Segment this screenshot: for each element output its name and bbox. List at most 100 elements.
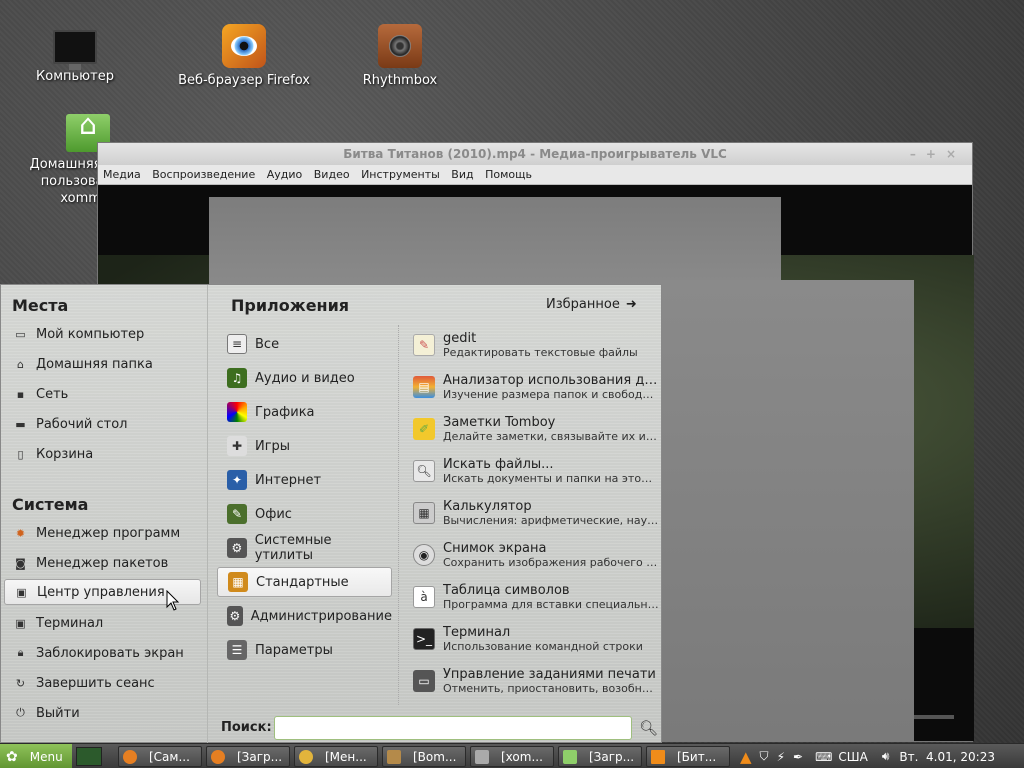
category-graphics[interactable]: Графика [217, 397, 392, 427]
taskbar-window[interactable]: [Сам... [118, 746, 202, 767]
camera-icon: ◉ [413, 544, 435, 566]
favorites-button[interactable]: Избранное ➜ [546, 297, 637, 312]
app-search-files[interactable]: 🔍︎ Искать файлы... Искать документы и папк… [413, 451, 659, 491]
places-title: Места [12, 296, 69, 315]
search-input[interactable] [274, 716, 632, 740]
vlc-menu-playback[interactable]: Воспроизведение [152, 168, 255, 181]
taskbar-window[interactable]: [Мен... [294, 746, 378, 767]
start-menu: Места ▭ Мой компьютер ⌂ Домашняя папка ▪ Се… [0, 284, 662, 744]
system-terminal[interactable]: ▣ Терминал [4, 610, 201, 636]
system-quit[interactable]: ⏻ Выйти [4, 700, 201, 726]
network-icon[interactable]: ⚡ [777, 750, 785, 764]
category-system-tools[interactable]: ⚙ Системные утилиты [217, 533, 392, 563]
pen-icon[interactable]: ✒ [793, 750, 803, 764]
place-label: Домашняя папка [36, 356, 153, 372]
taskbar-window[interactable]: [Бит... [646, 746, 730, 767]
place-desktop[interactable]: ▬ Рабочий стол [4, 411, 201, 437]
system-software-manager[interactable]: ✹ Менеджер программ [4, 520, 201, 546]
vlc-menu-tools[interactable]: Инструменты [361, 168, 440, 181]
app-charmap[interactable]: à Таблица символов Программа для вставки с… [413, 577, 659, 617]
vlc-tray-icon[interactable]: ▲ [740, 748, 752, 766]
desktop-icon-rhythmbox[interactable]: Rhythmbox [330, 24, 470, 89]
app-name: Калькулятор [443, 498, 532, 514]
volume-slider[interactable] [914, 715, 954, 719]
keyboard-layout[interactable]: США [838, 750, 867, 764]
system-lock-screen[interactable]: 🔒︎ Заблокировать экран [4, 640, 201, 666]
category-preferences[interactable]: ☰ Параметры [217, 635, 392, 665]
volume-icon[interactable]: 🔊︎ [882, 749, 890, 764]
system-logout[interactable]: ↻ Завершить сеанс [4, 670, 201, 696]
clock[interactable]: Вт. 4.01, 20:23 [899, 750, 995, 764]
system-label: Выйти [36, 705, 80, 721]
computer-icon: ▭ [15, 327, 26, 341]
multimedia-icon: ♫ [227, 368, 247, 388]
category-administration[interactable]: ⚙ Администрирование [217, 601, 392, 631]
search-files-icon: 🔍︎ [413, 460, 435, 482]
category-label: Графика [255, 404, 315, 420]
vlc-menu-help[interactable]: Помощь [485, 168, 532, 181]
show-desktop-button[interactable] [76, 747, 102, 766]
app-description: Делайте заметки, связывайте их и ор... [443, 429, 659, 443]
desktop-icon-label: Компьютер [36, 69, 114, 84]
app-gedit[interactable]: ✎ gedit Редактировать текстовые файлы [413, 325, 659, 365]
places-pane: Места ▭ Мой компьютер ⌂ Домашняя папка ▪ Се… [1, 285, 208, 744]
desktop-icon-firefox[interactable]: Веб-браузер Firefox [174, 24, 314, 89]
shield-icon[interactable]: ⛉ [760, 749, 769, 764]
lock-icon: 🔒︎ [17, 646, 24, 659]
taskbar-window[interactable]: [Bom... [382, 746, 466, 767]
video-overlay [209, 197, 781, 287]
system-package-manager[interactable]: ◙ Менеджер пакетов [4, 550, 201, 576]
notes-icon: ✐ [413, 418, 435, 440]
category-office[interactable]: ✎ Офис [217, 499, 392, 529]
task-label: [xom... [501, 749, 543, 764]
app-name: Терминал [443, 624, 511, 640]
vlc-menu-view[interactable]: Вид [451, 168, 473, 181]
app-description: Вычисления: арифметические, научн... [443, 513, 659, 527]
preferences-icon: ☰ [227, 640, 247, 660]
app-tomboy[interactable]: ✐ Заметки Tomboy Делайте заметки, связывай… [413, 409, 659, 449]
taskbar-window[interactable]: [xom... [470, 746, 554, 767]
app-print-manager[interactable]: ▭ Управление заданиями печати Отменить, пр… [413, 661, 659, 701]
window-controls[interactable]: –+× [910, 143, 966, 165]
category-label: Стандартные [256, 574, 349, 590]
category-internet[interactable]: ✦ Интернет [217, 465, 392, 495]
firefox-icon [222, 24, 266, 68]
place-my-computer[interactable]: ▭ Мой компьютер [4, 321, 201, 347]
category-label: Аудио и видео [255, 370, 355, 386]
place-home[interactable]: ⌂ Домашняя папка [4, 351, 201, 377]
taskbar-window[interactable]: [Загр... [206, 746, 290, 767]
vlc-menu-media[interactable]: Медиа [103, 168, 141, 181]
category-games[interactable]: ✚ Игры [217, 431, 392, 461]
search-icon[interactable]: 🔍︎ [639, 719, 658, 737]
vlc-menu-audio[interactable]: Аудио [267, 168, 303, 181]
desktop-icon-computer[interactable]: Компьютер [5, 22, 145, 85]
category-all[interactable]: ≡ Все [217, 329, 392, 359]
category-audio-video[interactable]: ♫ Аудио и видео [217, 363, 392, 393]
category-label: Параметры [255, 642, 333, 658]
desktop-icon-label: Rhythmbox [362, 73, 438, 88]
taskbar-window[interactable]: [Загр... [558, 746, 642, 767]
home-icon [475, 749, 489, 764]
computer-icon [53, 30, 97, 70]
app-screenshot[interactable]: ◉ Снимок экрана Сохранить изображения рабо… [413, 535, 659, 575]
place-trash[interactable]: ▯ Корзина [4, 441, 201, 467]
app-calculator[interactable]: ▦ Калькулятор Вычисления: арифметические, … [413, 493, 659, 533]
task-label: [Мен... [325, 749, 367, 764]
system-label: Центр управления [37, 584, 165, 600]
terminal-icon: >_ [413, 628, 435, 650]
control-center-icon: ▣ [16, 585, 27, 599]
vlc-menu-video[interactable]: Видео [314, 168, 350, 181]
menu-button[interactable]: ✿ Menu [0, 744, 72, 768]
app-description: Искать документы и папки на этом к... [443, 471, 659, 485]
menu-button-label: Menu [29, 749, 63, 764]
app-terminal[interactable]: >_ Терминал Использование командной строки [413, 619, 659, 659]
app-disk-usage[interactable]: ▤ Анализатор использования дис... Изучение… [413, 367, 659, 407]
keyboard-icon[interactable]: ⌨ [815, 750, 832, 764]
logout-icon: ↻ [15, 676, 26, 690]
software-manager-icon: ✹ [15, 526, 26, 540]
taskbar: ✿ Menu [Сам... [Загр... [Мен... [Bom... [… [0, 743, 1024, 768]
vlc-titlebar[interactable]: Битва Титанов (2010).mp4 - Медиа-проигры… [98, 143, 972, 165]
category-accessories[interactable]: ▦ Стандартные [217, 567, 392, 597]
place-network[interactable]: ▪ Сеть [4, 381, 201, 407]
arrow-right-icon: ➜ [625, 297, 637, 312]
